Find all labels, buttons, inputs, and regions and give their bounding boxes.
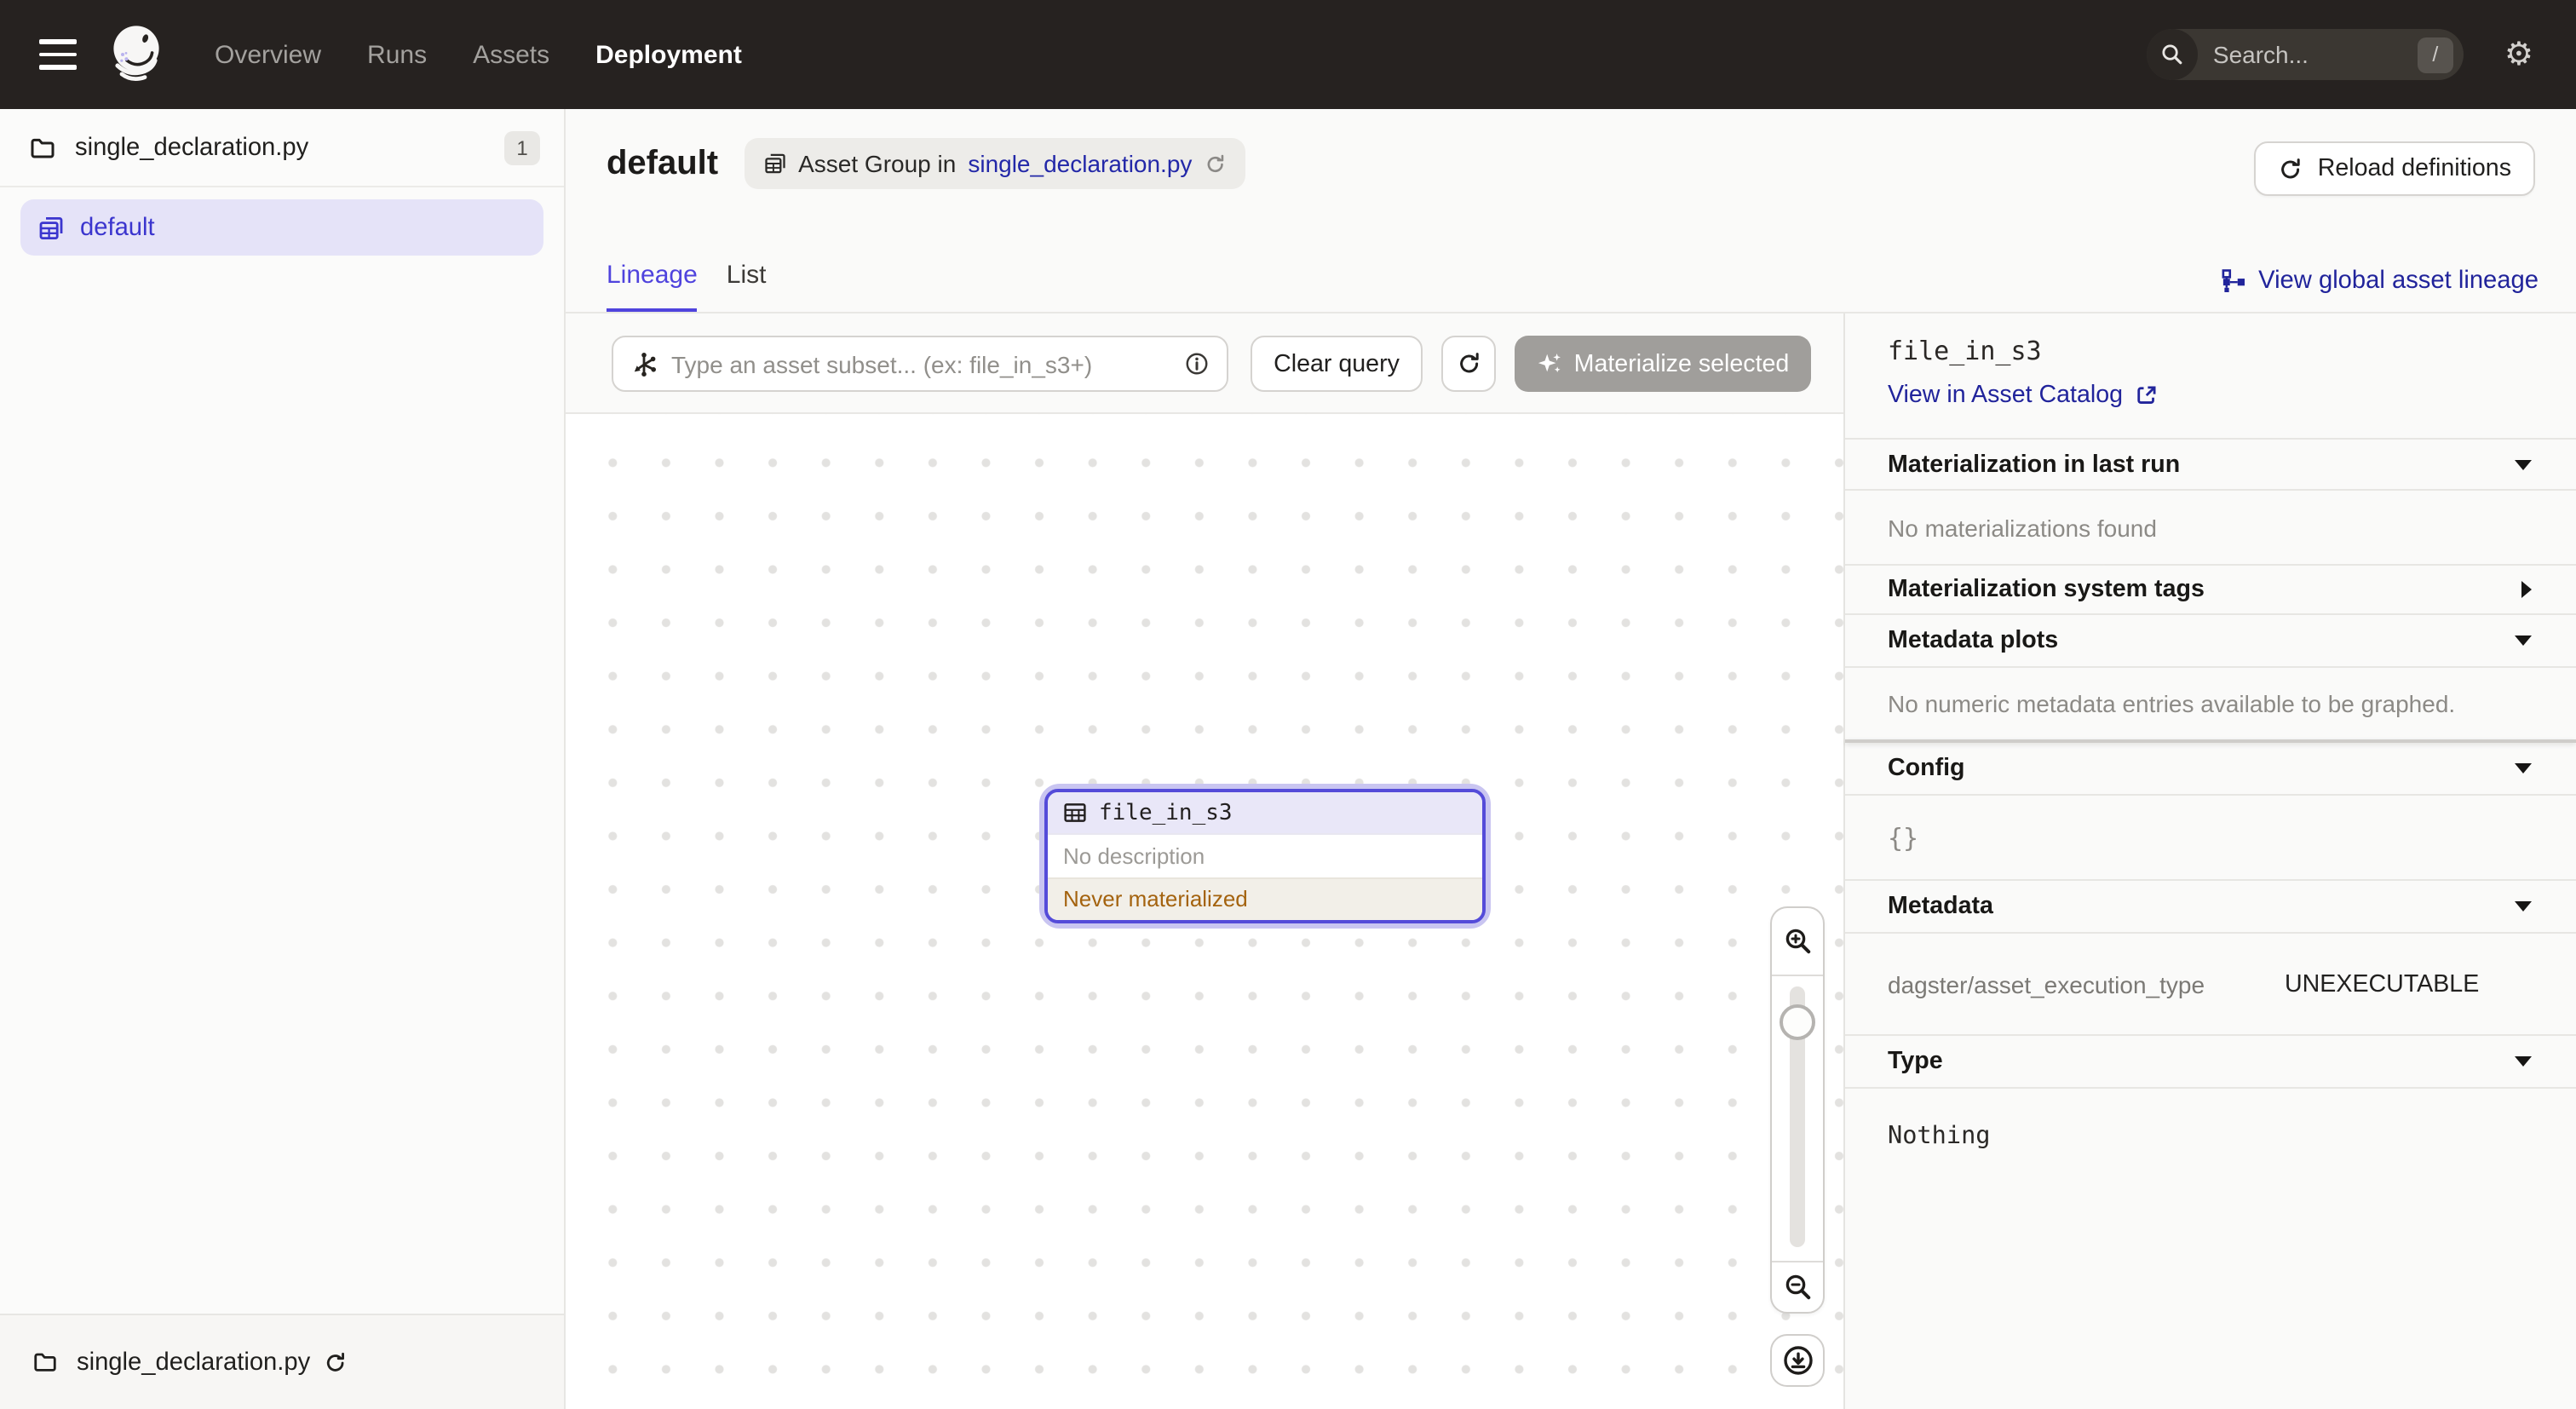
- download-image-button[interactable]: [1770, 1334, 1825, 1387]
- info-icon[interactable]: [1184, 351, 1210, 377]
- chevron-down-icon: [2515, 459, 2532, 469]
- page-title: default: [607, 144, 718, 183]
- metadata-value: UNEXECUTABLE: [2285, 970, 2479, 998]
- asset-count-badge: 1: [504, 130, 540, 164]
- metadata-key: dagster/asset_execution_type: [1888, 970, 2285, 998]
- nav-item-deployment[interactable]: Deployment: [595, 40, 742, 69]
- chevron-down-icon: [2515, 635, 2532, 646]
- download-icon: [1781, 1344, 1814, 1377]
- asset-details-panel: file_in_s3 View in Asset Catalog Materia…: [1843, 313, 2576, 1409]
- sidebar-item-default-group[interactable]: default: [20, 199, 543, 256]
- materialize-selected-button[interactable]: Materialize selected: [1515, 336, 1811, 392]
- lineage-canvas[interactable]: file_in_s3 No description Never material…: [566, 414, 1843, 1409]
- view-in-asset-catalog-label: View in Asset Catalog: [1888, 382, 2123, 409]
- code-location-link[interactable]: single_declaration.py: [968, 150, 1192, 177]
- section-title: Materialization system tags: [1888, 576, 2205, 603]
- asset-group-context-pill: Asset Group in single_declaration.py: [744, 138, 1245, 189]
- reload-definitions-button[interactable]: Reload definitions: [2255, 141, 2535, 196]
- section-body-materializations: No materializations found: [1845, 489, 2576, 564]
- zoom-slider-thumb[interactable]: [1780, 1004, 1815, 1040]
- chevron-down-icon: [2515, 1056, 2532, 1067]
- asset-node-name: file_in_s3: [1099, 800, 1233, 825]
- zoom-out-button[interactable]: [1772, 1261, 1823, 1312]
- asset-node-file-in-s3[interactable]: file_in_s3 No description Never material…: [1039, 784, 1491, 929]
- refresh-graph-button[interactable]: [1441, 336, 1496, 392]
- search-shortcut-key: /: [2418, 37, 2453, 72]
- sidebar-item-label: single_declaration.py: [75, 134, 308, 161]
- section-title: Materialization in last run: [1888, 451, 2180, 478]
- section-title: Config: [1888, 755, 1965, 782]
- section-header-materialization-system-tags[interactable]: Materialization system tags: [1845, 564, 2576, 613]
- nav-links: Overview Runs Assets Deployment: [215, 40, 742, 69]
- refresh-icon[interactable]: [324, 1350, 348, 1374]
- footer-code-location-label: single_declaration.py: [77, 1349, 310, 1376]
- nav-item-runs[interactable]: Runs: [367, 40, 427, 69]
- materialize-selected-label: Materialize selected: [1574, 350, 1790, 377]
- section-header-type[interactable]: Type: [1845, 1034, 2576, 1087]
- zoom-control-panel: [1770, 906, 1825, 1314]
- asset-subset-icon: [630, 350, 658, 377]
- external-link-icon: [2135, 383, 2159, 407]
- section-header-metadata[interactable]: Metadata: [1845, 879, 2576, 932]
- folder-icon: [29, 134, 56, 161]
- context-prefix: Asset Group in: [798, 150, 956, 177]
- view-tabs: Lineage List: [607, 261, 766, 312]
- table-icon: [1063, 801, 1087, 825]
- chevron-down-icon: [2515, 763, 2532, 774]
- asset-node-description: No description: [1048, 834, 1482, 877]
- section-title: Metadata: [1888, 893, 1993, 920]
- lineage-graph-icon: [2221, 268, 2246, 294]
- section-body-metadata-plots: No numeric metadata entries available to…: [1845, 666, 2576, 739]
- sidebar-item-label: default: [80, 214, 155, 241]
- asset-subset-input[interactable]: [671, 350, 1170, 377]
- global-search[interactable]: /: [2147, 29, 2464, 80]
- chevron-right-icon: [2521, 581, 2532, 598]
- zoom-out-icon: [1783, 1273, 1812, 1302]
- section-title: Type: [1888, 1048, 1943, 1075]
- zoom-in-button[interactable]: [1772, 908, 1823, 976]
- app-window: Overview Runs Assets Deployment / ⚙ sing…: [0, 0, 2576, 1409]
- asset-node-status: Never materialized: [1048, 877, 1482, 920]
- folder-icon: [32, 1349, 58, 1375]
- section-body-metadata: dagster/asset_execution_type UNEXECUTABL…: [1845, 932, 2576, 1034]
- search-input[interactable]: [2198, 41, 2418, 68]
- gear-icon[interactable]: ⚙: [2504, 38, 2533, 71]
- tab-list[interactable]: List: [727, 261, 767, 312]
- search-icon: [2147, 29, 2198, 80]
- reload-definitions-label: Reload definitions: [2318, 155, 2511, 182]
- section-body-type: Nothing: [1845, 1087, 2576, 1182]
- section-title: Metadata plots: [1888, 627, 2058, 654]
- hamburger-menu-icon[interactable]: [39, 39, 77, 70]
- sparkle-icon: [1537, 351, 1562, 377]
- top-nav: Overview Runs Assets Deployment / ⚙: [0, 0, 2576, 109]
- refresh-icon: [1456, 351, 1481, 377]
- refresh-icon: [2279, 156, 2304, 181]
- section-body-config: {}: [1845, 794, 2576, 879]
- section-header-materialization-in-last-run[interactable]: Materialization in last run: [1845, 438, 2576, 489]
- graph-toolbar: Clear query Materialize selected: [566, 313, 1843, 414]
- asset-group-icon: [762, 152, 786, 175]
- sidebar: single_declaration.py 1 default single_d…: [0, 109, 566, 1409]
- zoom-in-icon: [1783, 927, 1812, 956]
- asset-subset-query-box[interactable]: [612, 336, 1228, 392]
- tab-lineage[interactable]: Lineage: [607, 261, 698, 312]
- view-global-asset-lineage-link[interactable]: View global asset lineage: [2221, 267, 2539, 295]
- sidebar-item-code-location[interactable]: single_declaration.py 1: [0, 109, 564, 187]
- asset-detail-title: file_in_s3: [1888, 336, 2535, 366]
- section-header-metadata-plots[interactable]: Metadata plots: [1845, 613, 2576, 666]
- chevron-down-icon: [2515, 901, 2532, 912]
- nav-item-overview[interactable]: Overview: [215, 40, 321, 69]
- view-global-asset-lineage-label: View global asset lineage: [2258, 267, 2539, 295]
- dagster-logo-icon: [104, 20, 169, 89]
- refresh-icon[interactable]: [1204, 152, 1226, 175]
- sidebar-footer: single_declaration.py: [0, 1314, 564, 1409]
- asset-group-icon: [37, 214, 65, 241]
- clear-query-button[interactable]: Clear query: [1251, 336, 1423, 392]
- nav-item-assets[interactable]: Assets: [473, 40, 549, 69]
- page-header: default Asset Group in single_declaratio…: [566, 109, 2576, 313]
- section-header-config[interactable]: Config: [1845, 743, 2576, 794]
- view-in-asset-catalog-link[interactable]: View in Asset Catalog: [1888, 382, 2535, 409]
